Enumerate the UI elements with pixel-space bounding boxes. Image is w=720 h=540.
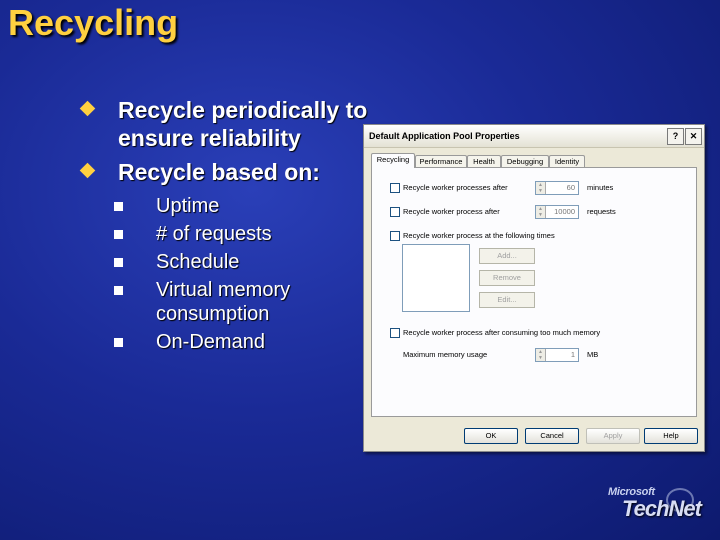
subbullet-on-demand: On-Demand (78, 330, 368, 354)
square-bullet-icon (114, 230, 123, 239)
bullet-periodic: Recycle periodically to ensure reliabili… (78, 96, 368, 152)
minutes-stepper[interactable]: ▲ ▼ 60 (535, 181, 579, 195)
square-bullet-icon (114, 258, 123, 267)
logo-technet-text: TechNet (622, 496, 702, 521)
max-memory-stepper[interactable]: ▲ ▼ 1 (535, 348, 579, 362)
subbullet-text: # of requests (156, 223, 272, 245)
square-bullet-icon (114, 338, 123, 347)
memory-checkbox[interactable] (390, 328, 400, 338)
schedule-checkbox[interactable] (390, 231, 400, 241)
ok-button[interactable]: OK (464, 428, 518, 444)
bullet-text: Recycle based on: (118, 159, 320, 185)
subbullet-text: Schedule (156, 251, 240, 273)
max-memory-label: Maximum memory usage (403, 350, 488, 359)
help-button[interactable]: Help (644, 428, 698, 444)
remove-button[interactable]: Remove (479, 270, 535, 286)
requests-stepper[interactable]: ▲ ▼ 10000 (535, 205, 579, 219)
schedule-label: Recycle worker process at the following … (403, 231, 555, 240)
slide-title: Recycling (8, 2, 179, 43)
max-memory-value: 1 (570, 350, 575, 359)
add-button[interactable]: Add... (479, 248, 535, 264)
microsoft-technet-logo: Microsoft TechNet (606, 482, 711, 530)
square-bullet-icon (114, 286, 123, 295)
cancel-button[interactable]: Cancel (525, 428, 579, 444)
spinner-arrows-icon[interactable]: ▲ ▼ (536, 206, 546, 218)
requests-value: 10000 (554, 207, 575, 216)
schedule-times-list[interactable] (402, 244, 470, 312)
edit-button[interactable]: Edit... (479, 292, 535, 308)
subbullet-text: Uptime (156, 195, 220, 217)
minutes-checkbox[interactable] (390, 183, 400, 193)
tab-recycling[interactable]: Recycling (371, 153, 415, 168)
diamond-bullet-icon (79, 162, 96, 179)
dialog-title-bar: Default Application Pool Properties ? ✕ (364, 125, 704, 148)
max-memory-unit: MB (587, 350, 599, 359)
subbullet-requests: # of requests (78, 222, 368, 246)
requests-checkbox[interactable] (390, 207, 400, 217)
minutes-label: Recycle worker processes after (403, 183, 508, 192)
apply-button[interactable]: Apply (586, 428, 640, 444)
subbullet-text: On-Demand (156, 331, 265, 353)
bullet-based-on: Recycle based on: (78, 158, 368, 186)
recycling-panel: Recycle worker processes after ▲ ▼ 60 min… (371, 167, 697, 417)
spinner-arrows-icon[interactable]: ▲ ▼ (536, 349, 546, 361)
help-icon[interactable]: ? (667, 128, 684, 145)
minutes-value: 60 (566, 183, 575, 192)
minutes-unit: minutes (587, 183, 614, 192)
requests-label: Recycle worker process after (403, 207, 500, 216)
bullet-list: Recycle periodically to ensure reliabili… (78, 96, 368, 358)
properties-dialog: Default Application Pool Properties ? ✕ … (363, 124, 705, 452)
diamond-bullet-icon (79, 100, 96, 117)
spinner-arrows-icon[interactable]: ▲ ▼ (536, 182, 546, 194)
square-bullet-icon (114, 202, 123, 211)
memory-label: Recycle worker process after consuming t… (403, 328, 601, 337)
bullet-text: Recycle periodically to ensure reliabili… (118, 97, 368, 151)
subbullet-text: Virtual memory consumption (156, 279, 291, 325)
close-icon[interactable]: ✕ (685, 128, 702, 145)
dialog-title: Default Application Pool Properties (369, 131, 520, 141)
subbullet-schedule: Schedule (78, 250, 368, 274)
subbullet-uptime: Uptime (78, 194, 368, 218)
subbullet-memory: Virtual memory consumption (78, 278, 368, 326)
requests-unit: requests (587, 207, 616, 216)
